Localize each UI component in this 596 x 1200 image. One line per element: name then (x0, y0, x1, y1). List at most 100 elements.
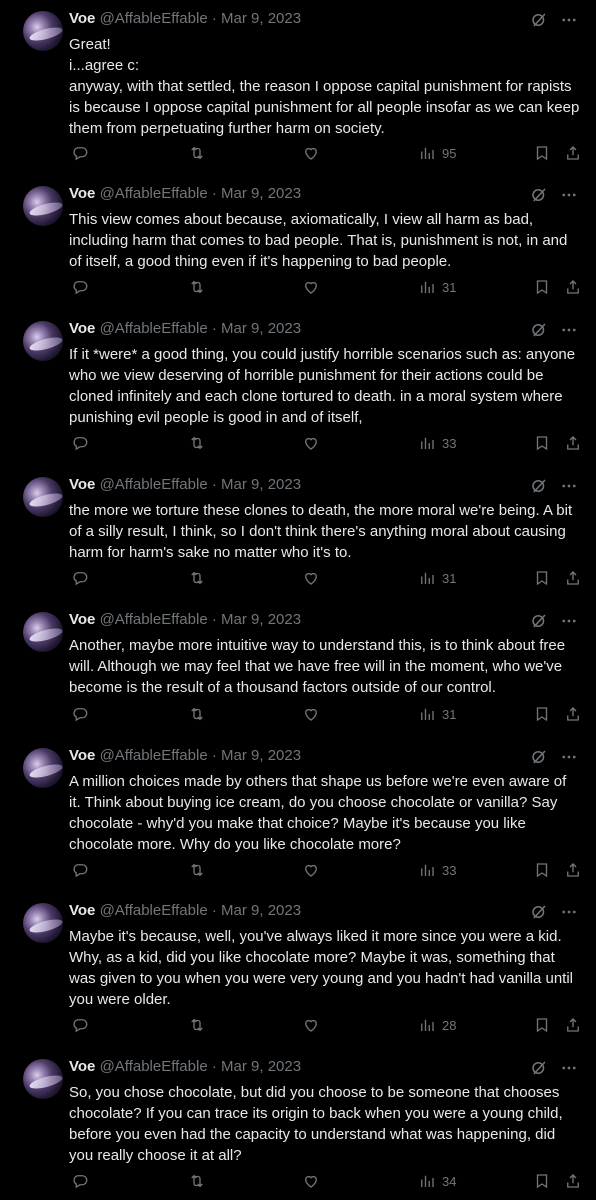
like-button[interactable] (302, 277, 320, 297)
grok-icon[interactable] (530, 11, 548, 29)
user-handle[interactable]: @AffableEffable (100, 902, 208, 919)
display-name[interactable]: Voe (69, 185, 95, 202)
reply-button[interactable] (71, 433, 89, 453)
tweet-date[interactable]: Mar 9, 2023 (221, 185, 301, 202)
tweet-date[interactable]: Mar 9, 2023 (221, 476, 301, 493)
tweet-date[interactable]: Mar 9, 2023 (221, 320, 301, 337)
more-options-icon[interactable] (560, 612, 578, 630)
reply-button[interactable] (71, 1171, 89, 1191)
user-handle[interactable]: @AffableEffable (100, 611, 208, 628)
more-options-icon[interactable] (560, 11, 578, 29)
more-options-icon[interactable] (560, 477, 578, 495)
more-options-icon[interactable] (560, 321, 578, 339)
bookmark-button[interactable] (533, 143, 551, 163)
reply-button[interactable] (71, 1015, 89, 1035)
repost-button[interactable] (188, 1171, 206, 1191)
share-button[interactable] (564, 568, 582, 588)
avatar[interactable] (23, 477, 63, 517)
repost-button[interactable] (188, 860, 206, 880)
repost-button[interactable] (188, 568, 206, 588)
bookmark-icon (536, 146, 548, 161)
avatar[interactable] (23, 612, 63, 652)
grok-icon[interactable] (530, 321, 548, 339)
share-button[interactable] (564, 1015, 582, 1035)
share-button[interactable] (564, 277, 582, 297)
bookmark-button[interactable] (533, 704, 551, 724)
display-name[interactable]: Voe (69, 320, 95, 337)
like-button[interactable] (302, 704, 320, 724)
user-handle[interactable]: @AffableEffable (100, 185, 208, 202)
user-handle[interactable]: @AffableEffable (100, 747, 208, 764)
avatar[interactable] (23, 11, 63, 51)
like-button[interactable] (302, 568, 320, 588)
views-button[interactable]: 28 (418, 1015, 456, 1035)
more-options-icon[interactable] (560, 748, 578, 766)
like-button[interactable] (302, 1171, 320, 1191)
like-button[interactable] (302, 1015, 320, 1035)
grok-icon[interactable] (530, 1059, 548, 1077)
reply-button[interactable] (71, 860, 89, 880)
more-options-icon[interactable] (560, 903, 578, 921)
display-name[interactable]: Voe (69, 902, 95, 919)
repost-button[interactable] (188, 277, 206, 297)
reply-icon (73, 572, 88, 586)
bookmark-button[interactable] (533, 433, 551, 453)
like-button[interactable] (302, 860, 320, 880)
like-button[interactable] (302, 433, 320, 453)
tweet-date[interactable]: Mar 9, 2023 (221, 902, 301, 919)
avatar[interactable] (23, 1059, 63, 1099)
grok-icon[interactable] (530, 903, 548, 921)
more-options-icon[interactable] (560, 1059, 578, 1077)
user-handle[interactable]: @AffableEffable (100, 320, 208, 337)
display-name[interactable]: Voe (69, 611, 95, 628)
repost-icon (191, 707, 203, 721)
repost-button[interactable] (188, 143, 206, 163)
display-name[interactable]: Voe (69, 476, 95, 493)
display-name[interactable]: Voe (69, 747, 95, 764)
views-button[interactable]: 95 (418, 143, 456, 163)
avatar[interactable] (23, 186, 63, 226)
repost-button[interactable] (188, 704, 206, 724)
bookmark-button[interactable] (533, 568, 551, 588)
views-button[interactable]: 33 (418, 433, 456, 453)
views-button[interactable]: 34 (418, 1171, 456, 1191)
reply-button[interactable] (71, 277, 89, 297)
repost-button[interactable] (188, 433, 206, 453)
share-button[interactable] (564, 143, 582, 163)
user-handle[interactable]: @AffableEffable (100, 10, 208, 27)
tweet-header: Voe @AffableEffable · Mar 9, 2023 (69, 184, 301, 204)
tweet-date[interactable]: Mar 9, 2023 (221, 611, 301, 628)
bookmark-button[interactable] (533, 1171, 551, 1191)
reply-button[interactable] (71, 143, 89, 163)
user-handle[interactable]: @AffableEffable (100, 476, 208, 493)
grok-icon[interactable] (530, 612, 548, 630)
user-handle[interactable]: @AffableEffable (100, 1058, 208, 1075)
share-button[interactable] (564, 704, 582, 724)
avatar[interactable] (23, 748, 63, 788)
views-button[interactable]: 31 (418, 568, 456, 588)
grok-icon[interactable] (530, 186, 548, 204)
display-name[interactable]: Voe (69, 10, 95, 27)
avatar[interactable] (23, 903, 63, 943)
grok-icon[interactable] (530, 748, 548, 766)
tweet-date[interactable]: Mar 9, 2023 (221, 747, 301, 764)
views-button[interactable]: 31 (418, 277, 456, 297)
like-button[interactable] (302, 143, 320, 163)
bookmark-button[interactable] (533, 1015, 551, 1035)
share-button[interactable] (564, 860, 582, 880)
tweet-date[interactable]: Mar 9, 2023 (221, 10, 301, 27)
share-button[interactable] (564, 1171, 582, 1191)
tweet-date[interactable]: Mar 9, 2023 (221, 1058, 301, 1075)
more-options-icon[interactable] (560, 186, 578, 204)
bookmark-button[interactable] (533, 860, 551, 880)
views-button[interactable]: 33 (418, 860, 456, 880)
repost-button[interactable] (188, 1015, 206, 1035)
grok-icon[interactable] (530, 477, 548, 495)
reply-button[interactable] (71, 704, 89, 724)
display-name[interactable]: Voe (69, 1058, 95, 1075)
share-button[interactable] (564, 433, 582, 453)
avatar[interactable] (23, 321, 63, 361)
views-button[interactable]: 31 (418, 704, 456, 724)
reply-button[interactable] (71, 568, 89, 588)
bookmark-button[interactable] (533, 277, 551, 297)
